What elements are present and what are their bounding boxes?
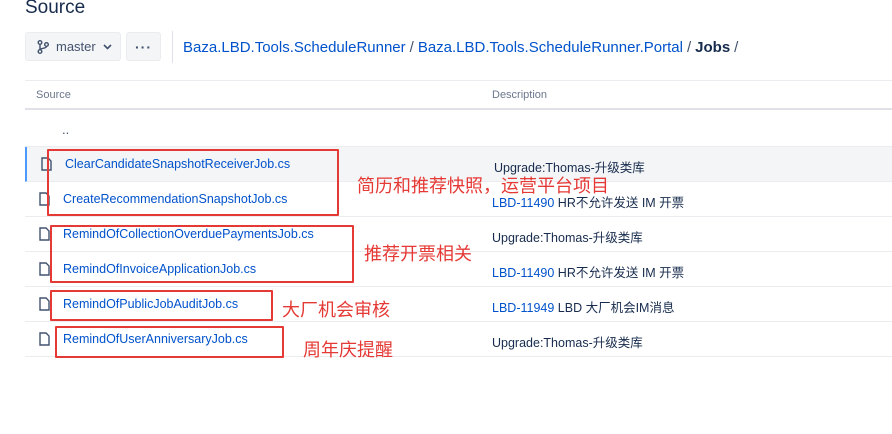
- parent-directory-link[interactable]: ..: [62, 122, 69, 137]
- file-icon: [39, 332, 50, 346]
- annotation-box: [50, 225, 354, 283]
- column-header-description: Description: [492, 89, 548, 101]
- branch-selector-button[interactable]: master: [25, 32, 121, 61]
- branch-icon: [37, 39, 49, 54]
- file-icon: [39, 227, 50, 241]
- annotation-box: [47, 149, 339, 216]
- breadcrumb: Baza.LBD.Tools.ScheduleRunner / Baza.LBD.T…: [183, 39, 739, 56]
- file-icon: [39, 297, 50, 311]
- divider: [25, 80, 892, 81]
- branch-label: master: [56, 39, 96, 54]
- column-header-source: Source: [36, 89, 71, 101]
- more-actions-button[interactable]: ···: [126, 32, 161, 61]
- annotation-box: [50, 290, 273, 321]
- commit-description: Upgrade:Thomas-升级类库: [492, 336, 643, 350]
- divider: [25, 108, 892, 110]
- annotation-label: 推荐开票相关: [364, 244, 472, 265]
- breadcrumb-link-repo[interactable]: Baza.LBD.Tools.ScheduleRunner: [183, 39, 406, 56]
- chevron-down-icon: [103, 43, 112, 50]
- file-icon: [39, 262, 50, 276]
- commit-description: Upgrade:Thomas-升级类库: [492, 231, 643, 245]
- annotation-label: 简历和推荐快照，运营平台项目: [357, 176, 609, 197]
- commit-description: LBD-11949 LBD 大厂机会IM消息: [492, 301, 675, 315]
- annotation-label: 大厂机会审核: [282, 300, 390, 321]
- commit-description: LBD-11490 HR不允许发送 IM 开票: [492, 266, 685, 280]
- issue-link[interactable]: LBD-11490: [492, 196, 554, 210]
- page-title: Source: [25, 0, 86, 18]
- toolbar-divider: [172, 31, 173, 63]
- annotation-box: [55, 326, 284, 358]
- breadcrumb-link-portal[interactable]: Baza.LBD.Tools.ScheduleRunner.Portal: [418, 39, 683, 56]
- issue-link[interactable]: LBD-11490: [492, 266, 554, 280]
- issue-link[interactable]: LBD-11949: [492, 301, 554, 315]
- breadcrumb-current: Jobs: [695, 39, 731, 56]
- table-row-parent[interactable]: ..: [25, 112, 892, 147]
- annotation-label: 周年庆提醒: [303, 340, 393, 361]
